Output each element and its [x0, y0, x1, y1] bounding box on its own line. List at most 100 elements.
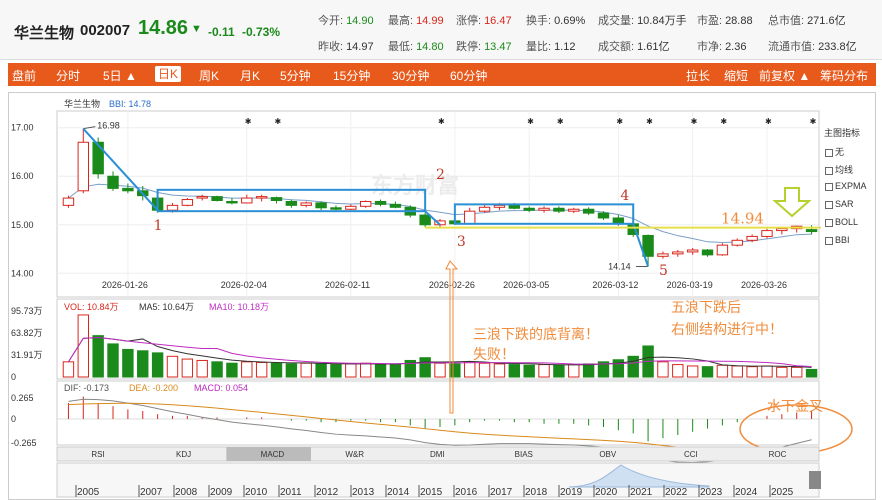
candle-body [181, 199, 194, 206]
legend-option-label: 无 [835, 147, 845, 157]
timeline-year-label: 2020 [595, 487, 618, 498]
timeline-year-label: 2007 [140, 487, 163, 498]
candle-body [464, 210, 476, 225]
volume-bar [226, 362, 238, 378]
timeline-year-label: 2021 [630, 487, 653, 498]
checkbox-icon[interactable] [825, 148, 833, 157]
timeline-year-label: 2023 [700, 487, 723, 498]
volume-bar [716, 364, 729, 378]
checkbox-icon[interactable] [825, 166, 833, 175]
quote-stat-label: 今开: [318, 15, 344, 27]
toolbar-action[interactable]: 拉长 [686, 67, 710, 84]
kline-chart[interactable]: 华兰生物 BBI: 14.78 17.00 16.00 15.00 14.00 2026-0… [9, 93, 875, 499]
candle-body [330, 207, 342, 210]
legend-option-label: SAR [835, 199, 854, 209]
macd-tick-label: -0.265 [11, 438, 37, 448]
legend-option-label: BBI [835, 235, 850, 245]
wave-number: 1 [154, 218, 163, 234]
stock-code: 002007 [80, 22, 131, 39]
ma10-value: MA10: 10.18万 [209, 302, 269, 312]
checkbox-icon[interactable] [825, 218, 833, 227]
legend-option[interactable]: EXPMA [825, 181, 867, 191]
dea-value: DEA: -0.200 [129, 383, 178, 393]
candle-body [345, 205, 357, 210]
volume-bar [523, 364, 535, 378]
timeline-year-label: 2016 [455, 487, 478, 498]
volume-bar [538, 364, 550, 378]
low-label: 14.14 [608, 262, 631, 272]
volume-bar [122, 348, 134, 378]
candle-body [493, 204, 506, 208]
indicator-tab[interactable]: MACD [261, 450, 285, 459]
indicator-tab[interactable]: RSI [91, 450, 104, 459]
indicator-tab[interactable]: W&R [345, 450, 364, 459]
volume-bar [92, 335, 104, 378]
period-tab[interactable]: 5日 ▲ [103, 67, 137, 84]
candle-body [582, 208, 595, 214]
stock-name: 华兰生物 [14, 25, 75, 42]
price-pane-frame [56, 110, 820, 298]
volume-bar [62, 361, 75, 378]
toolbar-action[interactable]: 缩短 [724, 67, 748, 84]
period-tab[interactable]: 日K [155, 66, 182, 82]
candle-body [374, 200, 387, 205]
quote-stat: 今开: 14.90 [318, 12, 374, 28]
quote-stat: 昨收: 14.97 [318, 38, 374, 54]
volume-bar [211, 361, 223, 378]
price-tick-label: 17.00 [11, 123, 34, 133]
candle-body [538, 207, 550, 211]
quote-stat-label: 市盈: [697, 15, 723, 27]
annotation-right-1: 五浪下跌后 [671, 300, 741, 316]
period-tab[interactable]: 盘前 [12, 67, 36, 84]
dif-value: DIF: -0.173 [64, 383, 109, 393]
indicator-tab[interactable]: CCI [684, 450, 698, 459]
indicator-tab[interactable]: ROC [769, 450, 787, 459]
period-tab[interactable]: 15分钟 [333, 67, 370, 84]
volume-bar [449, 363, 461, 378]
legend-option[interactable]: BOLL [825, 217, 858, 227]
quote-stat-value: 16.47 [484, 15, 512, 27]
event-marker: ✱ [765, 117, 772, 126]
indicator-tab[interactable]: OBV [599, 450, 617, 459]
indicator-tab[interactable]: BIAS [515, 450, 533, 459]
ma5-value: MA5: 10.64万 [139, 302, 194, 312]
indicator-tab[interactable]: DMI [430, 450, 445, 459]
date-tick-label: 2026-03-19 [667, 280, 713, 290]
timeline-year-label: 2024 [735, 487, 758, 498]
legend-option[interactable]: 无 [825, 145, 844, 158]
volume-bar [672, 364, 684, 378]
timeline-year-label: 2005 [77, 487, 100, 498]
period-tab[interactable]: 周K [199, 67, 219, 84]
event-marker: ✱ [527, 117, 534, 126]
checkbox-icon[interactable] [825, 182, 833, 191]
toolbar-action[interactable]: 前复权 ▲ [759, 67, 810, 84]
candle-body [122, 187, 134, 192]
timeline-year-label: 2010 [245, 487, 268, 498]
indicator-tab[interactable]: KDJ [176, 450, 191, 459]
legend-title: 主图指标 [824, 128, 861, 138]
checkbox-icon[interactable] [825, 236, 833, 245]
period-tab[interactable]: 60分钟 [450, 67, 487, 84]
legend-option[interactable]: 均线 [825, 163, 853, 176]
candle-body [389, 203, 402, 208]
timeline-year-label: 2025 [771, 487, 794, 498]
candle-body [419, 214, 431, 226]
date-tick-label: 2026-02-26 [429, 280, 475, 290]
volume-bar [300, 362, 312, 378]
period-tab[interactable]: 5分钟 [280, 67, 311, 84]
legend-option[interactable]: BBI [825, 235, 850, 245]
period-tab[interactable]: 分时 [56, 67, 80, 84]
period-tab[interactable]: 30分钟 [392, 67, 429, 84]
toolbar-action[interactable]: 筹码分布 [820, 67, 868, 84]
volume-bar [791, 366, 803, 378]
annotation-right-2: 右侧结构进行中！ [671, 322, 783, 338]
candle-body [255, 196, 268, 199]
period-tab[interactable]: 月K [240, 67, 260, 84]
checkbox-icon[interactable] [825, 200, 833, 209]
volume-bar [107, 343, 119, 378]
candle-body [523, 207, 535, 211]
quote-stat-value: 10.84万手 [637, 15, 687, 27]
candle-body [226, 200, 238, 204]
candle-body [107, 175, 119, 189]
legend-option[interactable]: SAR [825, 199, 854, 209]
